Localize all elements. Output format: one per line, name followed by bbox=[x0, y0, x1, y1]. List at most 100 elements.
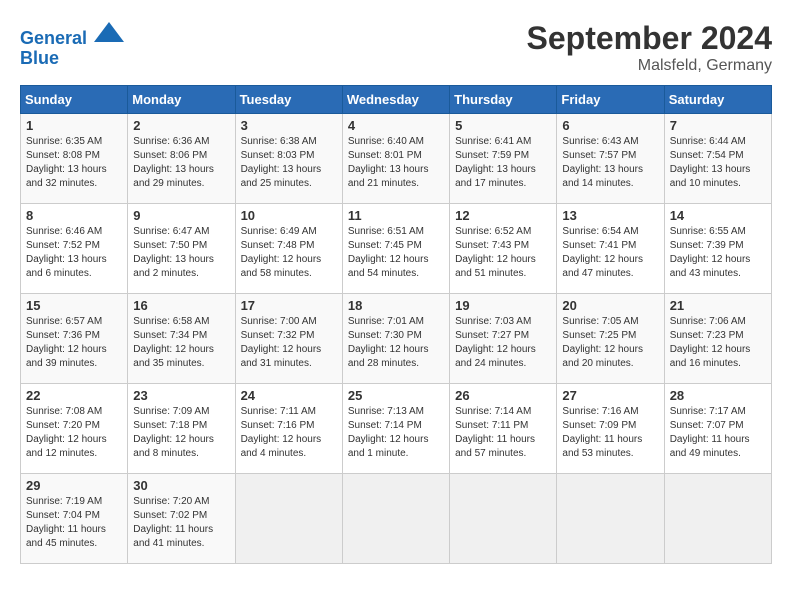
day-number: 12 bbox=[455, 208, 551, 223]
day-number: 27 bbox=[562, 388, 658, 403]
day-info: Sunrise: 6:41 AM Sunset: 7:59 PM Dayligh… bbox=[455, 135, 551, 191]
day-info: Sunrise: 7:13 AM Sunset: 7:14 PM Dayligh… bbox=[348, 405, 444, 461]
day-info: Sunrise: 7:05 AM Sunset: 7:25 PM Dayligh… bbox=[562, 315, 658, 371]
day-info: Sunrise: 6:44 AM Sunset: 7:54 PM Dayligh… bbox=[670, 135, 766, 191]
table-row: 23Sunrise: 7:09 AM Sunset: 7:18 PM Dayli… bbox=[128, 384, 235, 474]
day-number: 16 bbox=[133, 298, 229, 313]
day-info: Sunrise: 6:49 AM Sunset: 7:48 PM Dayligh… bbox=[241, 225, 337, 281]
col-wednesday: Wednesday bbox=[342, 86, 449, 114]
table-row: 5 Sunrise: 6:41 AM Sunset: 7:59 PM Daylig… bbox=[450, 114, 557, 204]
table-row: 27 Sunrise: 7:16 AM Sunset: 7:09 PM Dayli… bbox=[557, 384, 664, 474]
day-number: 24 bbox=[241, 388, 337, 403]
day-info: Sunrise: 6:36 AM Sunset: 8:06 PM Dayligh… bbox=[133, 135, 229, 191]
table-row: 7Sunrise: 6:44 AM Sunset: 7:54 PM Daylig… bbox=[664, 114, 771, 204]
day-number: 8 bbox=[26, 208, 122, 223]
calendar-title: September 2024 bbox=[527, 20, 772, 57]
day-number: 11 bbox=[348, 208, 444, 223]
logo-text: General bbox=[20, 20, 124, 49]
table-row: 24 Sunrise: 7:11 AM Sunset: 7:16 PM Dayli… bbox=[235, 384, 342, 474]
day-info: Sunrise: 6:46 AM Sunset: 7:52 PM Dayligh… bbox=[26, 225, 122, 281]
day-number: 6 bbox=[562, 118, 658, 133]
day-info: Sunrise: 6:38 AM Sunset: 8:03 PM Dayligh… bbox=[241, 135, 337, 191]
logo-icon bbox=[94, 20, 124, 44]
table-row bbox=[342, 474, 449, 564]
day-number: 14 bbox=[670, 208, 766, 223]
table-row: 3 Sunrise: 6:38 AM Sunset: 8:03 PM Daylig… bbox=[235, 114, 342, 204]
table-row: 30 Sunrise: 7:20 AM Sunset: 7:02 PM Dayli… bbox=[128, 474, 235, 564]
table-row: 19Sunrise: 7:03 AM Sunset: 7:27 PM Dayli… bbox=[450, 294, 557, 384]
day-info: Sunrise: 7:08 AM Sunset: 7:20 PM Dayligh… bbox=[26, 405, 122, 461]
day-info: Sunrise: 6:51 AM Sunset: 7:45 PM Dayligh… bbox=[348, 225, 444, 281]
day-info: Sunrise: 6:43 AM Sunset: 7:57 PM Dayligh… bbox=[562, 135, 658, 191]
day-info: Sunrise: 6:40 AM Sunset: 8:01 PM Dayligh… bbox=[348, 135, 444, 191]
table-row: 17 Sunrise: 7:00 AM Sunset: 7:32 PM Dayli… bbox=[235, 294, 342, 384]
calendar-week-1: 1Sunrise: 6:35 AM Sunset: 8:08 PM Daylig… bbox=[21, 114, 772, 204]
calendar-table: Sunday Monday Tuesday Wednesday Thursday… bbox=[20, 85, 772, 564]
day-number: 21 bbox=[670, 298, 766, 313]
table-row: 4 Sunrise: 6:40 AM Sunset: 8:01 PM Daylig… bbox=[342, 114, 449, 204]
day-info: Sunrise: 7:11 AM Sunset: 7:16 PM Dayligh… bbox=[241, 405, 337, 461]
day-number: 4 bbox=[348, 118, 444, 133]
day-number: 15 bbox=[26, 298, 122, 313]
table-row: 2 Sunrise: 6:36 AM Sunset: 8:06 PM Daylig… bbox=[128, 114, 235, 204]
calendar-week-2: 8 Sunrise: 6:46 AM Sunset: 7:52 PM Daylig… bbox=[21, 204, 772, 294]
calendar-subtitle: Malsfeld, Germany bbox=[527, 57, 772, 75]
day-number: 30 bbox=[133, 478, 229, 493]
table-row: 26 Sunrise: 7:14 AM Sunset: 7:11 PM Dayli… bbox=[450, 384, 557, 474]
day-number: 9 bbox=[133, 208, 229, 223]
day-number: 5 bbox=[455, 118, 551, 133]
table-row: 20 Sunrise: 7:05 AM Sunset: 7:25 PM Dayli… bbox=[557, 294, 664, 384]
table-row: 9 Sunrise: 6:47 AM Sunset: 7:50 PM Daylig… bbox=[128, 204, 235, 294]
logo: General Blue bbox=[20, 20, 124, 69]
day-info: Sunrise: 7:03 AM Sunset: 7:27 PM Dayligh… bbox=[455, 315, 551, 371]
day-number: 22 bbox=[26, 388, 122, 403]
table-row: 28 Sunrise: 7:17 AM Sunset: 7:07 PM Dayli… bbox=[664, 384, 771, 474]
day-number: 25 bbox=[348, 388, 444, 403]
day-number: 26 bbox=[455, 388, 551, 403]
col-monday: Monday bbox=[128, 86, 235, 114]
day-number: 20 bbox=[562, 298, 658, 313]
table-row: 16 Sunrise: 6:58 AM Sunset: 7:34 PM Dayli… bbox=[128, 294, 235, 384]
col-saturday: Saturday bbox=[664, 86, 771, 114]
table-row: 25 Sunrise: 7:13 AM Sunset: 7:14 PM Dayli… bbox=[342, 384, 449, 474]
page-header: General Blue September 2024 Malsfeld, Ge… bbox=[20, 20, 772, 75]
col-tuesday: Tuesday bbox=[235, 86, 342, 114]
calendar-week-3: 15 Sunrise: 6:57 AM Sunset: 7:36 PM Dayli… bbox=[21, 294, 772, 384]
day-number: 23 bbox=[133, 388, 229, 403]
day-info: Sunrise: 7:19 AM Sunset: 7:04 PM Dayligh… bbox=[26, 495, 122, 551]
table-row bbox=[450, 474, 557, 564]
col-friday: Friday bbox=[557, 86, 664, 114]
day-info: Sunrise: 7:16 AM Sunset: 7:09 PM Dayligh… bbox=[562, 405, 658, 461]
day-info: Sunrise: 6:47 AM Sunset: 7:50 PM Dayligh… bbox=[133, 225, 229, 281]
day-info: Sunrise: 7:14 AM Sunset: 7:11 PM Dayligh… bbox=[455, 405, 551, 461]
table-row: 15 Sunrise: 6:57 AM Sunset: 7:36 PM Dayli… bbox=[21, 294, 128, 384]
table-row: 1Sunrise: 6:35 AM Sunset: 8:08 PM Daylig… bbox=[21, 114, 128, 204]
day-number: 17 bbox=[241, 298, 337, 313]
day-number: 28 bbox=[670, 388, 766, 403]
table-row bbox=[557, 474, 664, 564]
table-row: 21Sunrise: 7:06 AM Sunset: 7:23 PM Dayli… bbox=[664, 294, 771, 384]
day-info: Sunrise: 7:00 AM Sunset: 7:32 PM Dayligh… bbox=[241, 315, 337, 371]
day-number: 2 bbox=[133, 118, 229, 133]
day-number: 1 bbox=[26, 118, 122, 133]
table-row: 11 Sunrise: 6:51 AM Sunset: 7:45 PM Dayli… bbox=[342, 204, 449, 294]
day-info: Sunrise: 6:58 AM Sunset: 7:34 PM Dayligh… bbox=[133, 315, 229, 371]
table-row: 8 Sunrise: 6:46 AM Sunset: 7:52 PM Daylig… bbox=[21, 204, 128, 294]
day-info: Sunrise: 7:17 AM Sunset: 7:07 PM Dayligh… bbox=[670, 405, 766, 461]
table-row: 22 Sunrise: 7:08 AM Sunset: 7:20 PM Dayli… bbox=[21, 384, 128, 474]
col-thursday: Thursday bbox=[450, 86, 557, 114]
table-row: 12Sunrise: 6:52 AM Sunset: 7:43 PM Dayli… bbox=[450, 204, 557, 294]
logo-blue: Blue bbox=[20, 49, 124, 69]
day-number: 3 bbox=[241, 118, 337, 133]
logo-general: General bbox=[20, 28, 87, 48]
table-row: 10Sunrise: 6:49 AM Sunset: 7:48 PM Dayli… bbox=[235, 204, 342, 294]
table-row bbox=[235, 474, 342, 564]
day-info: Sunrise: 6:57 AM Sunset: 7:36 PM Dayligh… bbox=[26, 315, 122, 371]
table-row: 18Sunrise: 7:01 AM Sunset: 7:30 PM Dayli… bbox=[342, 294, 449, 384]
header-row: Sunday Monday Tuesday Wednesday Thursday… bbox=[21, 86, 772, 114]
day-info: Sunrise: 7:20 AM Sunset: 7:02 PM Dayligh… bbox=[133, 495, 229, 551]
col-sunday: Sunday bbox=[21, 86, 128, 114]
day-number: 29 bbox=[26, 478, 122, 493]
day-info: Sunrise: 7:01 AM Sunset: 7:30 PM Dayligh… bbox=[348, 315, 444, 371]
table-row: 29 Sunrise: 7:19 AM Sunset: 7:04 PM Dayli… bbox=[21, 474, 128, 564]
